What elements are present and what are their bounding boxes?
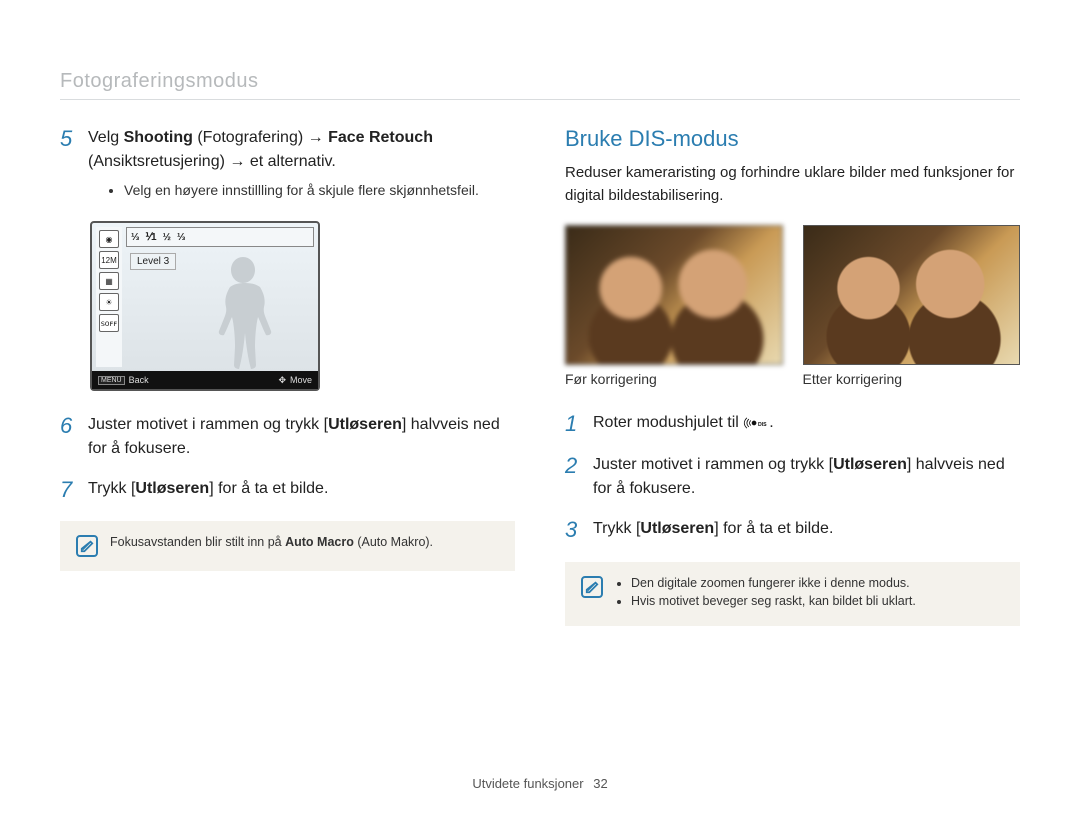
after-caption: Etter korrigering: [803, 371, 1021, 387]
lcd-icon: ☀: [99, 293, 119, 311]
step-number: 7: [60, 477, 78, 503]
step-number: 1: [565, 411, 583, 437]
section-title: Bruke DIS-modus: [565, 126, 1020, 152]
intro-paragraph: Reduser kameraristing og forhindre uklar…: [565, 162, 1020, 207]
right-column: Bruke DIS-modus Reduser kameraristing og…: [565, 126, 1020, 626]
camera-lcd-illustration: ◉ 12M ▦ ☀ ꜱᴏꜰꜰ ⅓ ⅟1 ½ ⅓ Level 3: [90, 221, 320, 391]
step-number: 6: [60, 413, 78, 461]
before-image: [565, 225, 783, 365]
lcd-icon: 12M: [99, 251, 119, 269]
note-item: Hvis motivet beveger seg raskt, kan bild…: [631, 594, 916, 608]
step-text: Velg Shooting (Fotografering) → Face Ret…: [88, 126, 515, 205]
before-caption: Før korrigering: [565, 371, 783, 387]
left-column: 5 Velg Shooting (Fotografering) → Face R…: [60, 126, 515, 626]
note-text: Fokusavstanden blir stilt inn på Auto Ma…: [110, 535, 433, 557]
lcd-top-icons: ⅓ ⅟1 ½ ⅓: [126, 227, 314, 247]
move-label: Move: [290, 375, 312, 385]
step-6: 6 Juster motivet i rammen og trykk [Utlø…: [60, 413, 515, 461]
silhouette-icon: [203, 249, 283, 369]
note-icon: [581, 576, 603, 598]
step-number: 3: [565, 517, 583, 543]
back-label: Back: [129, 375, 149, 385]
lcd-bottom-bar: MENU Back ✥ Move: [92, 371, 318, 389]
step-3: 3 Trykk [Utløseren] for å ta et bilde.: [565, 517, 1020, 543]
lcd-level-label: Level 3: [130, 253, 176, 270]
lcd-left-icons: ◉ 12M ▦ ☀ ꜱᴏꜰꜰ: [96, 227, 122, 367]
step-text: Roter modushjulet til DIS.: [593, 411, 1020, 437]
page-number: 32: [593, 776, 607, 791]
step-1: 1 Roter modushjulet til DIS.: [565, 411, 1020, 437]
step-text: Juster motivet i rammen og trykk [Utløse…: [88, 413, 515, 461]
lcd-icon: ▦: [99, 272, 119, 290]
move-icon: ✥: [278, 375, 286, 386]
after-image: [803, 225, 1021, 365]
note-icon: [76, 535, 98, 557]
lcd-icon: ꜱᴏꜰꜰ: [99, 314, 119, 332]
note-box: Fokusavstanden blir stilt inn på Auto Ma…: [60, 521, 515, 571]
note-box: Den digitale zoomen fungerer ikke i denn…: [565, 562, 1020, 626]
step-5: 5 Velg Shooting (Fotografering) → Face R…: [60, 126, 515, 205]
note-item: Den digitale zoomen fungerer ikke i denn…: [631, 576, 916, 590]
step-text: Trykk [Utløseren] for å ta et bilde.: [88, 477, 515, 503]
step-number: 5: [60, 126, 78, 205]
note-list: Den digitale zoomen fungerer ikke i denn…: [631, 576, 916, 612]
lcd-icon: ◉: [99, 230, 119, 248]
step-text: Juster motivet i rammen og trykk [Utløse…: [593, 453, 1020, 501]
section-header: Fotograferingsmodus: [60, 70, 1020, 100]
step-2: 2 Juster motivet i rammen og trykk [Utlø…: [565, 453, 1020, 501]
step-5-bullet: Velg en høyere innstillling for å skjule…: [124, 180, 515, 201]
step-7: 7 Trykk [Utløseren] for å ta et bilde.: [60, 477, 515, 503]
svg-text:DIS: DIS: [758, 422, 767, 428]
step-number: 2: [565, 453, 583, 501]
page-footer: Utvidete funksjoner 32: [0, 776, 1080, 791]
example-image-row: [565, 225, 1020, 365]
image-caption-row: Før korrigering Etter korrigering: [565, 371, 1020, 387]
menu-icon: MENU: [98, 376, 125, 385]
footer-text: Utvidete funksjoner: [472, 776, 583, 791]
dis-mode-icon: DIS: [743, 414, 769, 432]
step-text: Trykk [Utløseren] for å ta et bilde.: [593, 517, 1020, 543]
